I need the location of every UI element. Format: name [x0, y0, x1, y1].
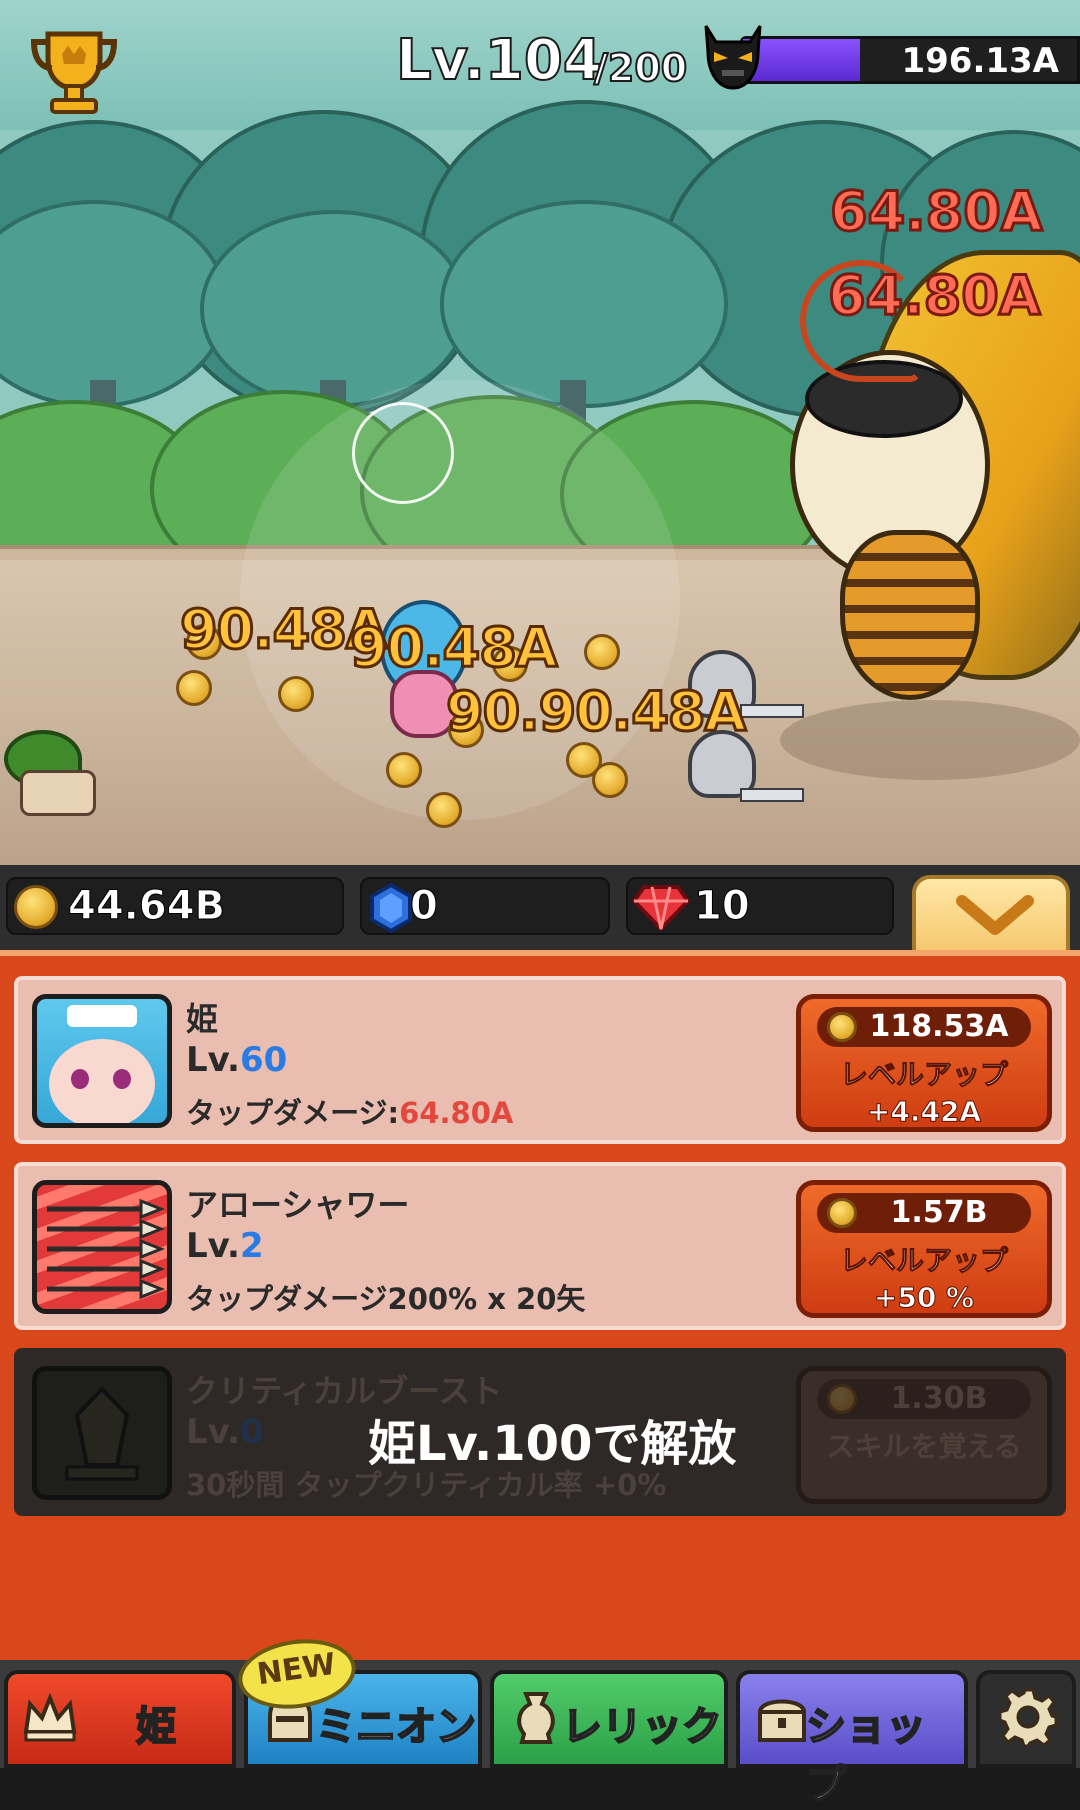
princess-face: [49, 1039, 155, 1123]
trophy-icon: [30, 31, 118, 114]
skill-level-value: 2: [239, 1226, 264, 1266]
skill-level-value: 60: [239, 1040, 288, 1080]
critical-boost-portrait: [32, 1366, 172, 1500]
boss-damage-number: 64.80A: [829, 179, 1045, 245]
button-action-label: スキルを覚える: [826, 1430, 1022, 1463]
archer-body: [20, 770, 96, 816]
stage-level-label: Lv.: [395, 27, 486, 94]
blue-gem-amount: 0: [410, 883, 439, 930]
tab-label: 姫: [135, 1703, 177, 1751]
tab-princess[interactable]: 姫: [4, 1670, 236, 1768]
princess-portrait: [32, 994, 172, 1128]
crystal-icon: [65, 1386, 139, 1481]
gold-amount: 44.64B: [67, 883, 226, 930]
skill-card-arrow-shower: アローシャワー Lv.2 タップダメージ200% x 20矢 1.57B レベル…: [14, 1162, 1066, 1330]
damage-number: 90.90.48A: [444, 679, 747, 745]
skill-level: Lv.2: [186, 1226, 264, 1266]
boss-shadow: [780, 700, 1080, 780]
cost-pill: 118.53A: [817, 1007, 1031, 1047]
tree: [440, 200, 728, 408]
skill-title: アローシャワー: [186, 1186, 410, 1224]
coin[interactable]: [176, 670, 212, 706]
battle-scene[interactable]: 90.48A 90.48A 90.90.48A 64.80A 64.80A Lv…: [0, 0, 1080, 865]
cost-pill: 1.57B: [817, 1193, 1031, 1233]
button-action-label: レベルアップ: [839, 1244, 1008, 1278]
red-gem-counter: 10: [626, 877, 894, 935]
level-up-button[interactable]: 1.57B レベルアップ +50 %: [796, 1180, 1052, 1318]
coin-icon: [827, 1384, 857, 1414]
knight-sword: [740, 788, 804, 802]
stage-level: Lv.104: [395, 27, 603, 94]
blue-gem-icon: [370, 883, 412, 933]
button-bonus-label: +4.42A: [866, 1095, 982, 1129]
collapse-panel-button[interactable]: [912, 875, 1070, 955]
gear-icon: [1000, 1688, 1058, 1746]
arrow-shower-portrait: [32, 1180, 172, 1314]
coin[interactable]: [386, 752, 422, 788]
skill-level-label: Lv.: [186, 1226, 240, 1266]
knight-sword: [740, 704, 804, 718]
skill-level-value: 0: [239, 1412, 264, 1452]
skill-description: タップダメージ:64.80A: [186, 1090, 513, 1132]
treasure-icon: [757, 1699, 807, 1742]
coin[interactable]: [584, 634, 620, 670]
coin[interactable]: [426, 792, 462, 828]
damage-number: 90.48A: [349, 615, 560, 681]
boss-hp-bar: 196.13A: [740, 36, 1080, 84]
skill-level: Lv.0: [186, 1412, 264, 1452]
bottom-nav: 姫 ミニオン NEW レリック ショップ: [0, 1632, 1080, 1809]
button-bonus-label: +50 %: [873, 1281, 975, 1315]
button-action-label: レベルアップ: [839, 1058, 1008, 1092]
princess-eye: [71, 1069, 89, 1089]
crown-icon: [23, 1692, 77, 1742]
cost-pill: 1.30B: [817, 1379, 1031, 1419]
red-gem-amount: 10: [694, 883, 751, 930]
tab-label: ショップ: [805, 1703, 927, 1809]
stage-level-max: /200: [593, 45, 688, 91]
level-up-button[interactable]: 118.53A レベルアップ +4.42A: [796, 994, 1052, 1132]
cost-amount: 1.57B: [890, 1195, 988, 1230]
skill-card-critical-boost: クリティカルブースト Lv.0 30秒間 タップクリティカル率 +0% 姫Lv.…: [14, 1348, 1066, 1516]
boss-hp-text: 196.13A: [901, 41, 1059, 81]
blue-gem-counter: 0: [360, 877, 610, 935]
boss-abdomen: [840, 530, 980, 700]
skill-level-label: Lv.: [186, 1040, 240, 1080]
boss-skull-icon: [700, 22, 766, 92]
cost-amount: 118.53A: [869, 1009, 1009, 1044]
cost-amount: 1.30B: [890, 1381, 988, 1416]
tree: [200, 210, 468, 408]
princess-eye: [113, 1069, 131, 1089]
tab-label: レリック: [561, 1703, 723, 1751]
tab-shop[interactable]: ショップ: [736, 1670, 968, 1809]
chevron-down-icon: [956, 895, 1034, 935]
settings-button[interactable]: [976, 1670, 1076, 1768]
coin[interactable]: [592, 762, 628, 798]
arrows-icon: [47, 1198, 165, 1300]
skill-card-princess: 姫 Lv.60 タップダメージ:64.80A 118.53A レベルアップ +4…: [14, 976, 1066, 1144]
coin-icon: [827, 1012, 857, 1042]
trophy-button[interactable]: [26, 24, 122, 120]
tab-relic[interactable]: レリック: [490, 1670, 728, 1768]
skill-description: タップダメージ200% x 20矢: [186, 1282, 586, 1316]
vase-icon: [517, 1692, 555, 1744]
skill-level: Lv.60: [186, 1040, 287, 1080]
skill-level-label: Lv.: [186, 1412, 240, 1452]
tab-label: ミニオン: [315, 1703, 477, 1751]
skill-desc-value: 64.80A: [399, 1096, 514, 1130]
unlock-requirement: 姫Lv.100で解放: [368, 1416, 737, 1472]
coin[interactable]: [278, 676, 314, 712]
skill-desc-label: タップダメージ:: [186, 1096, 400, 1130]
learn-skill-button: 1.30B スキルを覚える: [796, 1366, 1052, 1504]
princess-tiara-icon: [67, 1005, 137, 1027]
coin-icon: [827, 1198, 857, 1228]
skill-panel: 姫 Lv.60 タップダメージ:64.80A 118.53A レベルアップ +4…: [0, 950, 1080, 1666]
boss-damage-number: 64.80A: [827, 263, 1043, 329]
currency-bar: 44.64B 0 10: [0, 865, 1080, 955]
red-gem-icon: [632, 885, 690, 931]
gold-counter: 44.64B: [6, 877, 344, 935]
stage-level-value: 104: [484, 27, 603, 94]
gold-coin-icon: [14, 885, 58, 929]
skill-title: 姫: [186, 1000, 219, 1038]
